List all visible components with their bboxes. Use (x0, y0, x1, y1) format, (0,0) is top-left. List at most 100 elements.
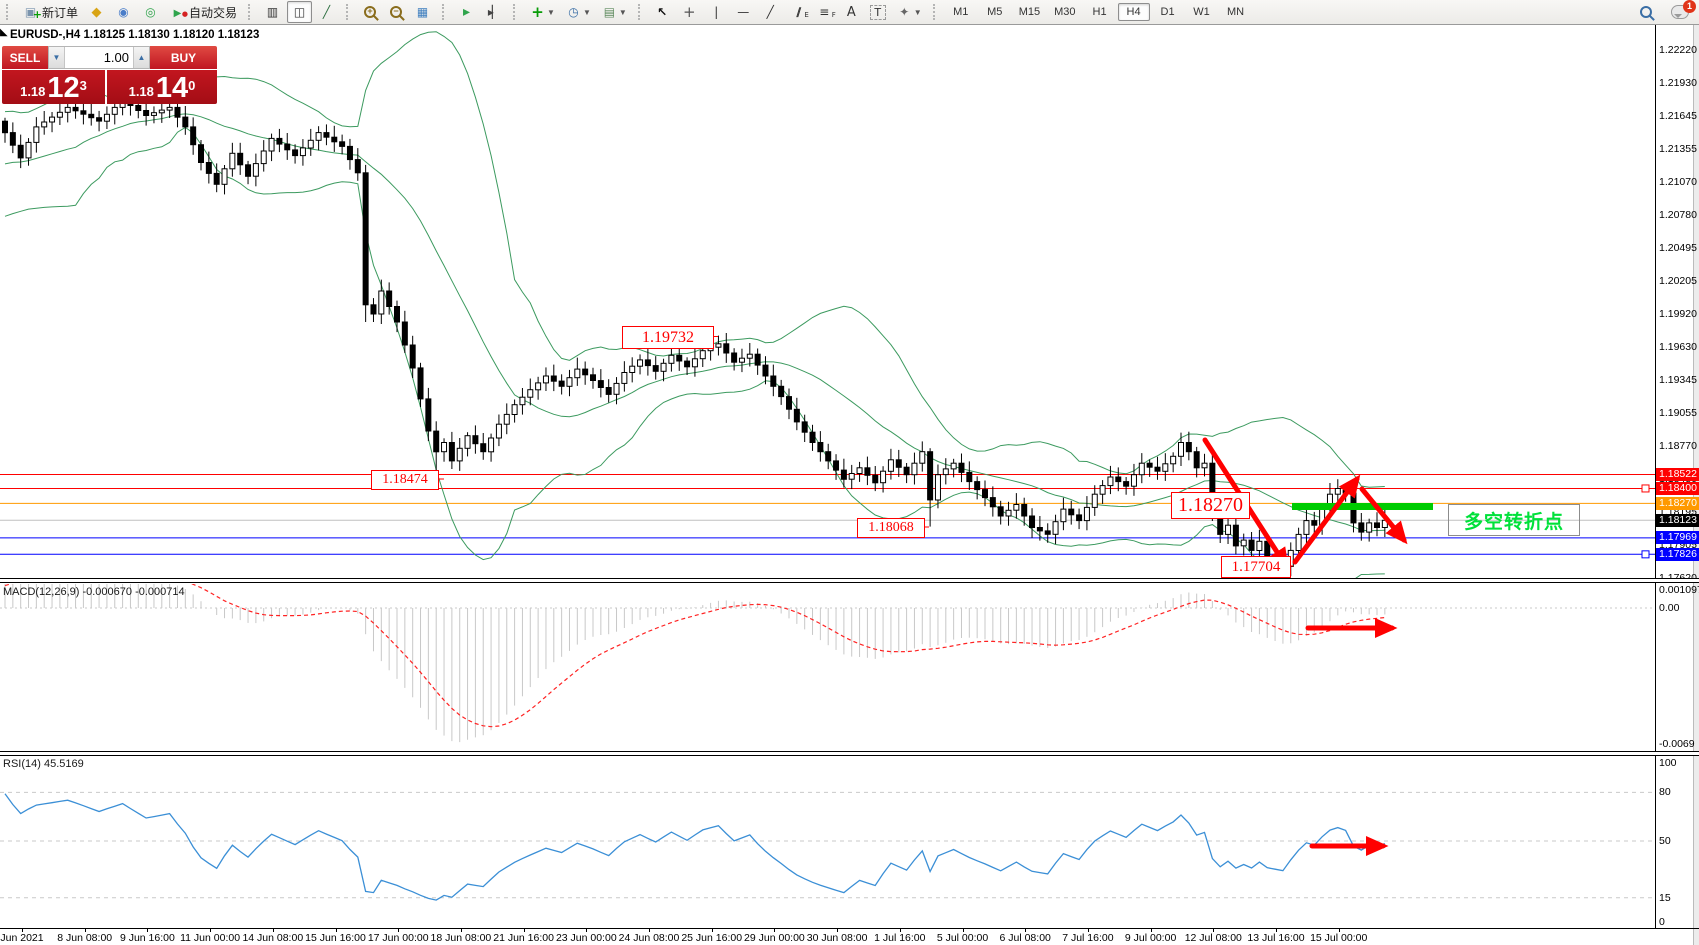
templates-button[interactable]: ▼ (597, 1, 631, 23)
candle-body (1186, 443, 1191, 452)
candle-body (669, 355, 674, 363)
vertical-line-button[interactable] (704, 1, 729, 23)
bar-chart-button[interactable] (260, 1, 285, 23)
turning-point-annotation[interactable]: 多空转折点 (1448, 504, 1580, 536)
support-zone-bar[interactable] (1292, 503, 1433, 510)
candle-body (528, 390, 533, 398)
metaeditor-button[interactable] (111, 1, 136, 23)
price-annotation-label[interactable]: 1.19732 (622, 326, 714, 349)
price-axis-tick: 1.19630 (1659, 341, 1699, 353)
signals-button[interactable] (138, 1, 163, 23)
sell-price-tile[interactable]: 1.18 12 3 (2, 70, 105, 104)
candlestick-chart-button[interactable] (287, 1, 312, 23)
candle-body (97, 118, 102, 121)
clock-icon (565, 4, 582, 20)
buy-price-tile[interactable]: 1.18 14 0 (107, 70, 217, 104)
volume-down-button[interactable]: ▼ (49, 47, 65, 68)
zoom-out-button[interactable]: − (384, 1, 408, 23)
price-axis-label: 1.18270 (1656, 497, 1699, 510)
channel-button[interactable] (785, 1, 810, 23)
timeframe-button-m15[interactable]: M15 (1013, 3, 1046, 21)
chart-canvas[interactable] (0, 0, 1699, 945)
line-chart-button[interactable] (314, 1, 339, 23)
text-button[interactable] (839, 1, 864, 23)
candle-body (57, 112, 62, 117)
indicators-button[interactable]: ▼ (525, 1, 559, 23)
timeframe-button-m1[interactable]: M1 (945, 3, 977, 21)
main-chart-area[interactable] (0, 32, 1655, 597)
candle-body (1233, 525, 1238, 546)
timeframe-button-d1[interactable]: D1 (1152, 3, 1184, 21)
arrows-button[interactable]: ▼ (892, 1, 926, 23)
toolbar-grip[interactable] (346, 4, 353, 20)
gold-button[interactable] (84, 1, 109, 23)
candle-body (998, 507, 1003, 516)
panel-separator-rsi[interactable] (0, 751, 1699, 756)
price-annotation-label[interactable]: 1.18270 (1171, 492, 1250, 519)
price-annotation-label[interactable]: 1.18068 (857, 518, 925, 538)
toolbar-grip[interactable] (933, 4, 940, 20)
notification-bubble-icon[interactable]: 1 (1671, 5, 1689, 19)
rsi-panel[interactable] (0, 792, 1655, 900)
fibonacci-button[interactable] (812, 1, 837, 23)
time-axis-tick (1276, 929, 1277, 932)
panel-separator-macd[interactable] (0, 578, 1699, 583)
candle-body (434, 431, 439, 452)
time-axis-tick (1088, 929, 1089, 932)
new-order-button[interactable]: 新订单 (18, 1, 82, 23)
auto-scroll-icon (458, 4, 475, 20)
buy-button[interactable]: BUY (150, 46, 217, 69)
cursor-button[interactable] (650, 1, 675, 23)
candle-body (316, 133, 321, 141)
time-axis-tick (712, 929, 713, 932)
chart-shift-button[interactable] (481, 1, 506, 23)
new-order-label: 新订单 (42, 4, 78, 21)
toolbar-grip[interactable] (513, 4, 520, 20)
time-axis-tick (147, 929, 148, 932)
price-annotation-label[interactable]: 1.17704 (1221, 556, 1291, 578)
candle-body (269, 138, 274, 151)
candle-body (661, 363, 666, 371)
line-handle[interactable] (1642, 485, 1649, 492)
horizontal-line-button[interactable] (731, 1, 756, 23)
zoom-in-button[interactable]: + (358, 1, 382, 23)
price-annotation-label[interactable]: 1.18474 (371, 470, 439, 490)
volume-input[interactable]: 1.00 (65, 47, 133, 68)
timeframe-button-mn[interactable]: MN (1220, 3, 1252, 21)
search-button[interactable] (1634, 1, 1658, 23)
candle-body (536, 383, 541, 390)
periods-button[interactable]: ▼ (561, 1, 595, 23)
tile-windows-button[interactable] (410, 1, 435, 23)
cursor-icon (654, 4, 671, 20)
auto-trading-button[interactable]: 自动交易 (165, 1, 241, 23)
line-handle[interactable] (1642, 551, 1649, 558)
timeframe-button-h4[interactable]: H4 (1118, 3, 1150, 21)
candle-body (1100, 486, 1105, 495)
candle-body (1367, 523, 1372, 532)
rsi-axis-tick: 0 (1659, 916, 1699, 928)
timeframe-button-m30[interactable]: M30 (1048, 3, 1081, 21)
timeframe-button-w1[interactable]: W1 (1186, 3, 1218, 21)
macd-panel[interactable] (0, 569, 1655, 743)
time-axis-label: 24 Jun 08:00 (619, 932, 680, 944)
sell-price-sup: 3 (80, 69, 87, 103)
volume-up-button[interactable]: ▲ (133, 47, 149, 68)
toolbar-grip[interactable] (638, 4, 645, 20)
toolbar-grip[interactable] (6, 4, 13, 20)
candle-body (363, 173, 368, 305)
timeframe-button-h1[interactable]: H1 (1084, 3, 1116, 21)
timeframe-button-m5[interactable]: M5 (979, 3, 1011, 21)
time-axis-tick (1151, 929, 1152, 932)
price-axis-tick: 1.19055 (1659, 407, 1699, 419)
text-label-button[interactable] (866, 1, 890, 23)
candle-body (763, 365, 768, 376)
trendline-button[interactable] (758, 1, 783, 23)
toolbar-grip[interactable] (248, 4, 255, 20)
sell-button[interactable]: SELL (2, 46, 48, 69)
auto-scroll-button[interactable] (454, 1, 479, 23)
candle-body (3, 121, 8, 133)
toolbar-grip[interactable] (442, 4, 449, 20)
crosshair-button[interactable] (677, 1, 702, 23)
candle-body (1022, 505, 1027, 517)
candle-body (1241, 540, 1246, 546)
